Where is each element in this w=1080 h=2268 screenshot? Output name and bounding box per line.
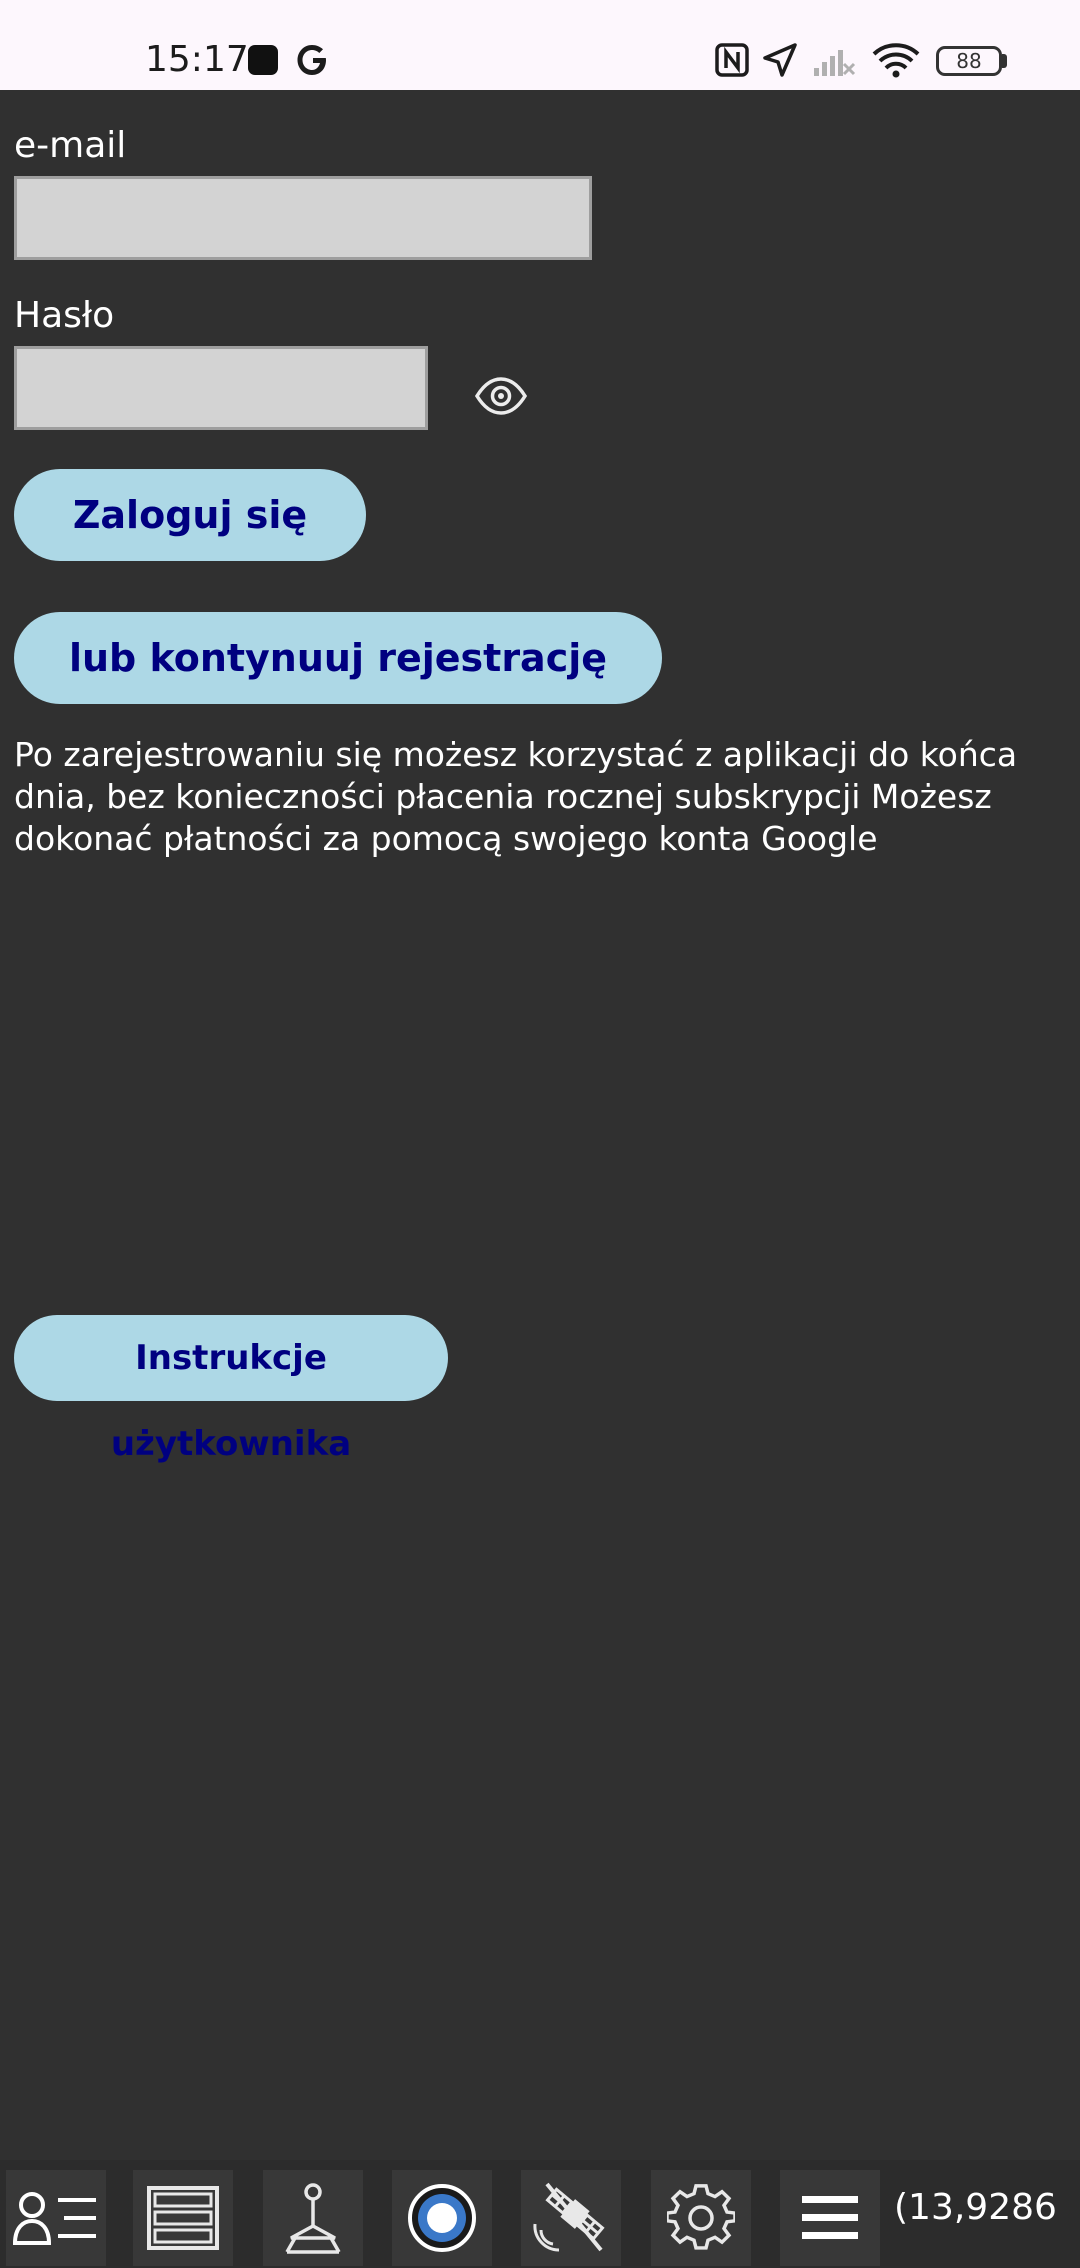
wifi-icon bbox=[872, 42, 920, 82]
battery-tip bbox=[1002, 54, 1007, 68]
battery-icon: 88 bbox=[936, 46, 1002, 76]
password-label: Hasło bbox=[14, 295, 115, 336]
square-notification-icon bbox=[247, 44, 279, 80]
info-text: Po zarejestrowaniu się możesz korzystać … bbox=[14, 735, 1018, 858]
toolbar-list-view-button[interactable] bbox=[133, 2170, 233, 2266]
nfc-icon bbox=[714, 42, 750, 82]
eye-icon[interactable] bbox=[474, 376, 528, 416]
list-view-icon bbox=[147, 2186, 219, 2250]
toolbar-survey-marker-button[interactable] bbox=[263, 2170, 363, 2266]
toolbar-settings-button[interactable] bbox=[651, 2170, 751, 2266]
login-button[interactable]: Zaloguj się bbox=[14, 469, 366, 561]
password-field[interactable] bbox=[14, 346, 428, 430]
email-label: e-mail bbox=[14, 125, 127, 166]
survey-marker-icon bbox=[281, 2182, 345, 2254]
status-bar: 15:17 88 bbox=[0, 0, 1080, 90]
toolbar-record-button[interactable] bbox=[392, 2170, 492, 2266]
cell-signal-off-icon bbox=[812, 42, 856, 82]
register-button[interactable]: lub kontynuuj rejestrację bbox=[14, 612, 662, 704]
record-icon bbox=[406, 2182, 478, 2254]
user-manual-button[interactable]: Instrukcje użytkownika bbox=[14, 1315, 448, 1464]
toolbar-user-list-button[interactable] bbox=[6, 2170, 106, 2266]
location-arrow-icon bbox=[762, 42, 798, 82]
satellite-icon bbox=[531, 2180, 611, 2256]
menu-icon bbox=[800, 2192, 860, 2244]
coordinate-readout: (13,9286 bbox=[894, 2187, 1057, 2228]
toolbar-satellite-button[interactable] bbox=[521, 2170, 621, 2266]
google-icon bbox=[295, 42, 331, 82]
user-list-icon bbox=[12, 2190, 100, 2246]
toolbar-menu-button[interactable] bbox=[780, 2170, 880, 2266]
status-time: 15:17 bbox=[145, 39, 249, 80]
email-field[interactable] bbox=[14, 176, 592, 260]
gear-icon bbox=[667, 2184, 735, 2252]
